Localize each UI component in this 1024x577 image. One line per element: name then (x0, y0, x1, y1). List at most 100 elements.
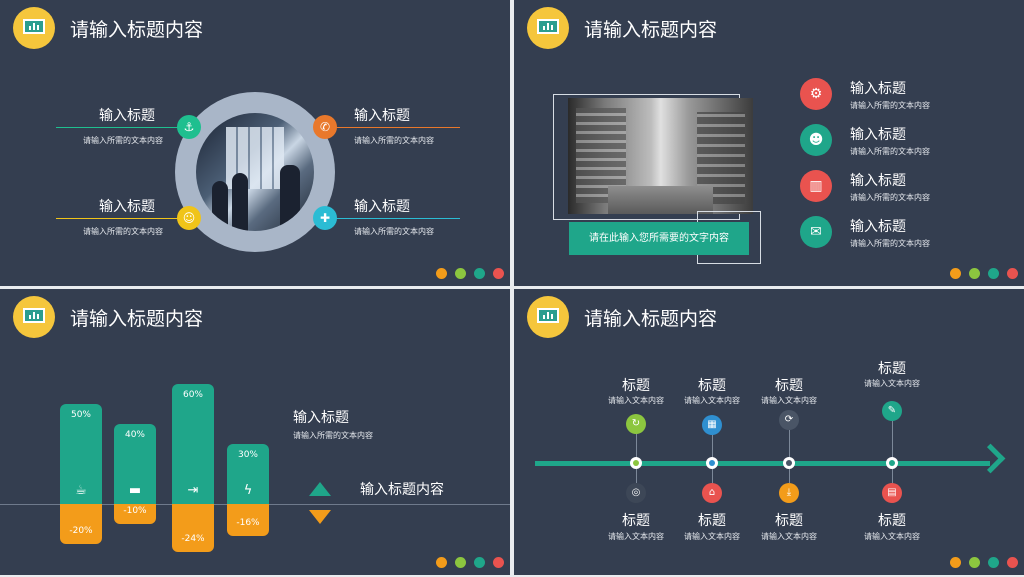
milestone-text: 请输入文本内容 (761, 396, 817, 405)
milestone-heading: 标题 (878, 513, 906, 529)
user-icon: ☺ (177, 206, 201, 230)
milestone-text: 请输入文本内容 (864, 379, 920, 388)
milestone-heading: 标题 (775, 378, 803, 394)
color-dot (493, 557, 504, 568)
milestone-text: 请输入文本内容 (684, 532, 740, 541)
item-text: 请输入所需的文本内容 (354, 136, 434, 145)
bar-chart-icon: ▥ (800, 170, 832, 202)
flash-icon: ϟ (243, 483, 253, 498)
color-dot (969, 557, 980, 568)
color-dots (436, 268, 504, 279)
color-dot (1007, 268, 1018, 279)
refresh-icon: ⟳ (779, 410, 799, 430)
coffee-icon: ☕ (75, 483, 87, 498)
color-dot (436, 557, 447, 568)
lock-icon: ⌂ (702, 483, 722, 503)
exit-icon: ⇥ (187, 483, 199, 498)
bar-value-label: 60% (182, 390, 203, 400)
milestone-heading: 标题 (622, 378, 650, 394)
phone-icon: ✆ (313, 115, 337, 139)
connector-line (330, 218, 460, 219)
bar-positive: 50% ☕ (60, 404, 102, 504)
item-text: 请输入所需的文本内容 (83, 136, 163, 145)
document-icon: ▤ (882, 483, 902, 503)
item-heading: 输入标题 (354, 108, 410, 124)
item-heading: 输入标题 (850, 81, 906, 97)
milestone-heading: 标题 (878, 361, 906, 377)
color-dot (988, 268, 999, 279)
color-dot (474, 557, 485, 568)
head-icon: ☻ (800, 124, 832, 156)
color-dot (950, 557, 961, 568)
photo-caption: 请在此输入您所需要的文字内容 (569, 222, 749, 255)
monitor-logo-icon (527, 7, 569, 49)
item-text: 请输入所需的文本内容 (354, 227, 434, 236)
chart-text: 请输入所需的文本内容 (293, 431, 373, 440)
timeline-node (706, 457, 718, 469)
timeline-stem (892, 469, 893, 483)
anchor-icon: ⚓ (177, 115, 201, 139)
color-dots (436, 557, 504, 568)
bar-negative: -16% (227, 504, 269, 536)
timeline-node (630, 457, 642, 469)
color-dot (455, 268, 466, 279)
color-dot (493, 268, 504, 279)
connector-line (56, 218, 181, 219)
item-heading: 输入标题 (99, 108, 155, 124)
slide-1[interactable]: 请输入标题内容 ⚓ ✆ ☺ ✚ 输入标题 请输入所需的文本内容 输入标题 请输入… (0, 0, 510, 286)
item-heading: 输入标题 (354, 199, 410, 215)
item-text: 请输入所需的文本内容 (850, 193, 930, 202)
color-dot (969, 268, 980, 279)
item-heading: 输入标题 (99, 199, 155, 215)
item-heading: 输入标题 (850, 127, 906, 143)
timeline-node (783, 457, 795, 469)
arrows-icon: ↻ (626, 414, 646, 434)
color-dot (950, 268, 961, 279)
tools-icon: ✎ (882, 401, 902, 421)
slide-title: 请输入标题内容 (584, 19, 718, 41)
item-text: 请输入所需的文本内容 (850, 147, 930, 156)
connector-line (56, 127, 181, 128)
up-triangle-icon (309, 482, 331, 496)
gears-icon: ⚙ (800, 78, 832, 110)
calendar-icon: ▦ (702, 415, 722, 435)
color-dots (950, 557, 1018, 568)
color-dot (455, 557, 466, 568)
color-dot (988, 557, 999, 568)
target-icon: ◎ (626, 483, 646, 503)
milestone-heading: 标题 (698, 513, 726, 529)
street-photo (568, 98, 753, 214)
bar-value-label: -20% (69, 526, 93, 536)
slide-title: 请输入标题内容 (584, 308, 718, 330)
bar-negative: -20% (60, 504, 102, 544)
bar-value-label: -10% (123, 506, 147, 516)
bar-value-label: 30% (237, 450, 258, 460)
monitor-logo-icon (13, 296, 55, 338)
milestone-text: 请输入文本内容 (761, 532, 817, 541)
timeline-line (535, 461, 990, 466)
milestone-heading: 标题 (775, 513, 803, 529)
item-heading: 输入标题 (850, 219, 906, 235)
bar-negative: -10% (114, 504, 156, 524)
color-dot (474, 268, 485, 279)
milestone-text: 请输入文本内容 (608, 396, 664, 405)
bed-icon: ▬ (128, 483, 142, 498)
color-dot (1007, 557, 1018, 568)
item-text: 请输入所需的文本内容 (83, 227, 163, 236)
timeline-node (886, 457, 898, 469)
item-heading: 输入标题 (850, 173, 906, 189)
message-icon: ✉ (800, 216, 832, 248)
timeline-stem (636, 469, 637, 483)
timeline-stem (789, 469, 790, 483)
slide-title: 请输入标题内容 (70, 308, 204, 330)
slide-title: 请输入标题内容 (70, 19, 204, 41)
download-icon: ⤓ (779, 483, 799, 503)
monitor-logo-icon (527, 296, 569, 338)
down-triangle-icon (309, 510, 331, 524)
timeline-stem (712, 469, 713, 483)
color-dot (436, 268, 447, 279)
bar-value-label: -16% (236, 518, 260, 528)
milestone-text: 请输入文本内容 (608, 532, 664, 541)
legend-heading: 输入标题内容 (360, 482, 444, 498)
bar-positive: 30% ϟ (227, 444, 269, 504)
